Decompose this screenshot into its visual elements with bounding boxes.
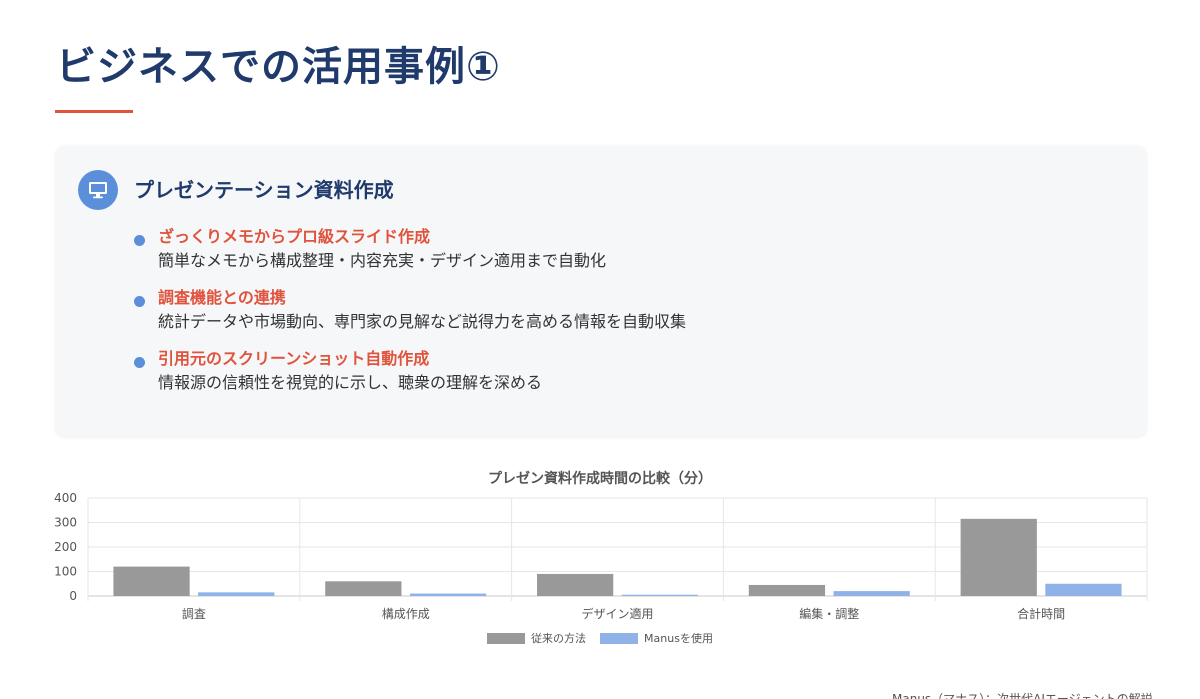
legend-item-manus[interactable]: Manusを使用 bbox=[600, 630, 713, 646]
feature-description: 統計データや市場動向、専門家の見解など説得力を高める情報を自動収集 bbox=[158, 312, 687, 331]
feature-list: ざっくりメモからプロ級スライド作成 簡単なメモから構成整理・内容充実・デザイン適… bbox=[134, 226, 1114, 409]
page-title: ビジネスでの活用事例① bbox=[56, 44, 501, 90]
x-tick-label: デザイン適用 bbox=[581, 606, 653, 621]
title-underline bbox=[55, 110, 133, 113]
legend-item-traditional[interactable]: 従来の方法 bbox=[487, 630, 586, 646]
bullet-dot bbox=[134, 235, 145, 246]
use-case-card: プレゼンテーション資料作成 ざっくりメモからプロ級スライド作成 簡単なメモから構… bbox=[56, 146, 1146, 436]
chart-bar bbox=[537, 573, 614, 596]
monitor-icon bbox=[78, 170, 118, 210]
chart-bar bbox=[409, 593, 487, 596]
chart-title: プレゼン資料作成時間の比較（分） bbox=[488, 471, 712, 487]
y-tick-label: 100 bbox=[54, 565, 77, 579]
time-comparison-chart: 0 100 200 300 400 調査 構成作成 デザイン適用 編集・調整 合計時間 プレゼン資… bbox=[0, 460, 1200, 660]
card-heading: プレゼンテーション資料作成 bbox=[134, 178, 394, 202]
footer-note: Manus（マナス）：次世代AIエージェントの解説 bbox=[892, 692, 1153, 699]
chart-bar bbox=[833, 591, 910, 596]
legend-label: Manusを使用 bbox=[644, 632, 713, 645]
bullet-dot bbox=[134, 296, 145, 307]
chart-bar bbox=[198, 592, 275, 596]
feature-heading: 調査機能との連携 bbox=[158, 288, 286, 307]
feature-description: 簡単なメモから構成整理・内容充実・デザイン適用まで自動化 bbox=[158, 251, 607, 270]
bullet-dot bbox=[134, 357, 145, 368]
y-tick-label: 200 bbox=[54, 540, 77, 554]
chart-bar bbox=[748, 584, 826, 596]
x-tick-label: 合計時間 bbox=[1017, 606, 1065, 621]
feature-description: 情報源の信頼性を視覚的に示し、聴衆の理解を深める bbox=[158, 373, 543, 392]
y-tick-label: 300 bbox=[54, 516, 77, 530]
feature-heading: 引用元のスクリーンショット自動作成 bbox=[158, 349, 430, 368]
y-tick-label: 400 bbox=[54, 491, 77, 505]
legend-label: 従来の方法 bbox=[531, 632, 587, 645]
list-item: 調査機能との連携 統計データや市場動向、専門家の見解など説得力を高める情報を自動… bbox=[134, 287, 1114, 334]
x-tick-label: 構成作成 bbox=[382, 607, 430, 621]
legend-swatch bbox=[600, 632, 639, 644]
list-item: 引用元のスクリーンショット自動作成 情報源の信頼性を視覚的に示し、聴衆の理解を深… bbox=[134, 348, 1114, 395]
list-item: ざっくりメモからプロ級スライド作成 簡単なメモから構成整理・内容充実・デザイン適… bbox=[134, 226, 1114, 273]
chart-bar bbox=[621, 594, 698, 596]
feature-heading: ざっくりメモからプロ級スライド作成 bbox=[158, 227, 431, 246]
chart-bar bbox=[1045, 583, 1122, 596]
chart-bar bbox=[113, 566, 190, 596]
chart-bar bbox=[325, 581, 402, 596]
chart-bar bbox=[960, 518, 1037, 596]
y-tick-label: 0 bbox=[69, 589, 77, 603]
x-tick-label: 調査 bbox=[182, 607, 206, 621]
legend-swatch bbox=[487, 632, 526, 644]
chart-legend: 従来の方法 Manusを使用 bbox=[0, 630, 1200, 646]
x-tick-label: 編集・調整 bbox=[799, 606, 859, 621]
